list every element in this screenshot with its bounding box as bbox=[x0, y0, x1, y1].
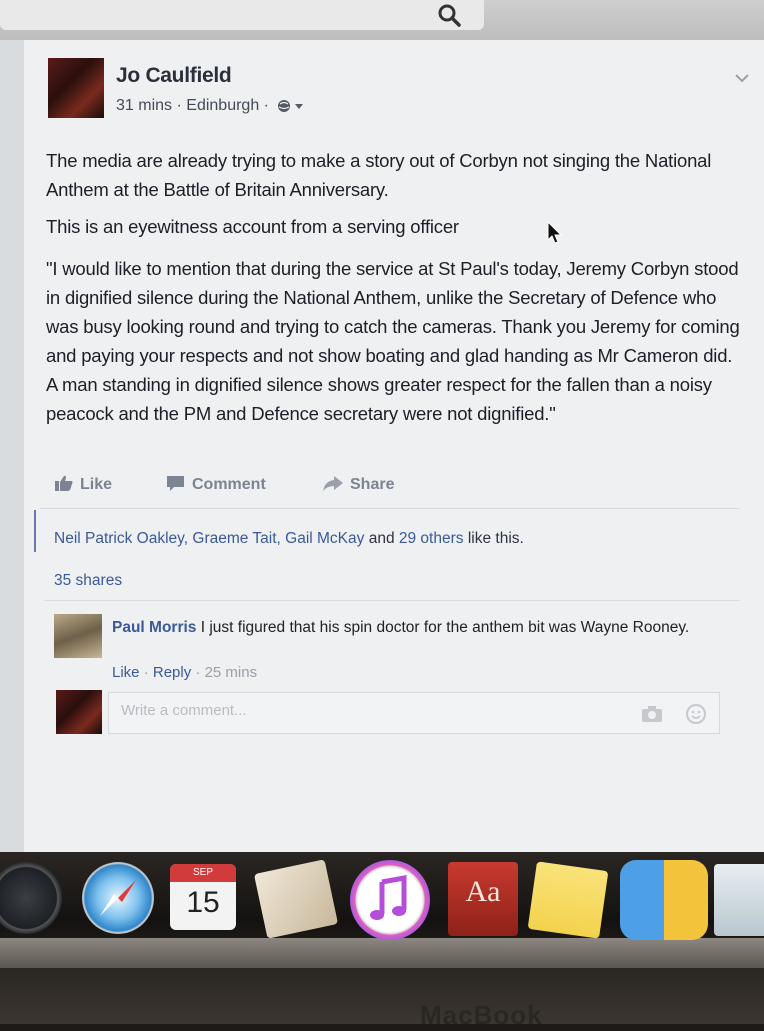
post-location[interactable]: Edinburgh bbox=[186, 97, 259, 114]
commenter-avatar[interactable] bbox=[54, 614, 102, 658]
numbers-dock-icon[interactable] bbox=[620, 860, 708, 940]
safari-dock-icon[interactable] bbox=[82, 862, 154, 934]
like-icon bbox=[55, 475, 73, 491]
comment-body: Paul Morris I just figured that his spin… bbox=[112, 618, 712, 638]
cursor-icon bbox=[547, 220, 563, 244]
smiley-icon[interactable] bbox=[685, 703, 707, 725]
comment-button[interactable]: Comment bbox=[166, 474, 266, 494]
bezel-brand: MacBook bbox=[420, 1000, 543, 1030]
dock-shelf bbox=[0, 938, 764, 968]
comment-reply-link[interactable]: Reply bbox=[153, 664, 191, 681]
divider bbox=[44, 600, 740, 601]
post-meta: 31 mins · Edinburgh · bbox=[116, 97, 307, 115]
meta-separator: · bbox=[143, 664, 153, 681]
commenter-name[interactable]: Paul Morris bbox=[112, 619, 196, 636]
likes-and: and bbox=[364, 530, 399, 547]
compass-icon bbox=[100, 880, 136, 916]
author-name[interactable]: Jo Caulfield bbox=[116, 64, 232, 88]
post-paragraph-2: This is an eyewitness account from a ser… bbox=[46, 216, 459, 237]
post-paragraph-1: The media are already trying to make a s… bbox=[46, 150, 712, 200]
write-comment-box[interactable] bbox=[108, 692, 720, 734]
my-avatar bbox=[56, 690, 102, 734]
likes-accent-bar bbox=[34, 510, 36, 552]
likers-others-link[interactable]: 29 others bbox=[399, 530, 464, 547]
meta-separator: · bbox=[176, 97, 187, 114]
comment-icon bbox=[167, 476, 184, 491]
share-label: Share bbox=[350, 476, 395, 493]
stickies-dock-icon[interactable] bbox=[527, 861, 609, 939]
calendar-day: 15 bbox=[186, 886, 220, 919]
divider bbox=[40, 508, 740, 509]
search-icon[interactable] bbox=[436, 2, 462, 28]
meta-separator: · bbox=[195, 664, 205, 681]
shares-count[interactable]: 35 shares bbox=[54, 572, 122, 590]
itunes-dock-icon[interactable] bbox=[350, 860, 430, 940]
comment-text: I just figured that his spin doctor for … bbox=[196, 619, 690, 636]
post-time[interactable]: 31 mins bbox=[116, 97, 172, 114]
globe-icon[interactable] bbox=[277, 99, 307, 113]
meta-separator: · bbox=[263, 97, 274, 114]
chevron-down-icon[interactable] bbox=[734, 72, 750, 84]
music-note-icon bbox=[370, 875, 407, 920]
dictionary-dock-icon[interactable]: Aa bbox=[448, 862, 518, 936]
like-button[interactable]: Like bbox=[54, 474, 112, 494]
camera-icon[interactable] bbox=[641, 705, 663, 723]
contacts-dock-icon[interactable] bbox=[714, 864, 764, 936]
write-comment-input[interactable] bbox=[119, 701, 603, 720]
calendar-month: SEP bbox=[170, 864, 236, 882]
post-paragraph-3: "I would like to mention that during the… bbox=[46, 258, 740, 424]
comment-like-link[interactable]: Like bbox=[112, 664, 140, 681]
share-button[interactable]: Share bbox=[322, 474, 394, 494]
likes-summary: Neil Patrick Oakley, Graeme Tait, Gail M… bbox=[54, 530, 524, 548]
comment-label: Comment bbox=[192, 476, 266, 493]
like-label: Like bbox=[80, 476, 113, 493]
browser-search-area[interactable] bbox=[0, 0, 484, 30]
share-icon bbox=[323, 476, 343, 491]
calendar-dock-icon[interactable]: SEP 15 bbox=[170, 864, 236, 930]
likers-names[interactable]: Neil Patrick Oakley, Graeme Tait, Gail M… bbox=[54, 530, 364, 547]
browser-top-bar bbox=[0, 0, 764, 40]
likes-suffix: like this. bbox=[463, 530, 524, 547]
author-avatar[interactable] bbox=[48, 58, 104, 118]
comment-meta: Like · Reply · 25 mins bbox=[112, 664, 257, 681]
comment-time[interactable]: 25 mins bbox=[205, 664, 258, 681]
